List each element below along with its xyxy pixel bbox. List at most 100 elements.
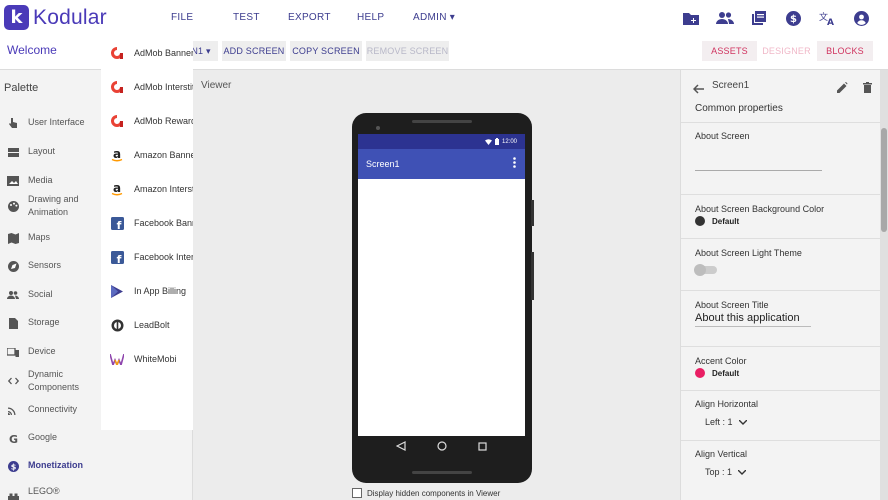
layout-icon [6, 145, 20, 159]
android-nav-bar [358, 436, 525, 456]
component-label: AdMob Interstitial [134, 82, 193, 92]
designer-button[interactable]: DESIGNER [759, 41, 814, 61]
palette-icon [6, 199, 20, 213]
component-label: AdMob Banner [134, 48, 193, 58]
copy-screen-button[interactable]: COPY SCREEN [290, 41, 362, 61]
prop-label: Align Horizontal [695, 399, 759, 409]
translate-icon[interactable]: 文A [810, 9, 844, 27]
touch-icon [6, 116, 20, 130]
palette-category[interactable]: Layout [0, 142, 101, 162]
play-store-icon [110, 284, 124, 298]
about-screen-textarea[interactable] [695, 149, 822, 171]
delete-icon[interactable] [863, 80, 872, 98]
palette-category[interactable]: Maps [0, 228, 101, 248]
palette-category[interactable]: Device [0, 342, 101, 362]
palette-component[interactable]: a Amazon Interstitial [101, 174, 193, 204]
align-vertical-select[interactable]: Top : 1 [705, 467, 747, 477]
palette-category[interactable]: Sensors [0, 256, 101, 276]
color-swatch [695, 216, 705, 226]
palette-category[interactable]: Media [0, 171, 101, 191]
viewer-title: Viewer [201, 80, 232, 91]
palette-category[interactable]: G Google [0, 428, 101, 448]
menu-help[interactable]: HELP [357, 12, 384, 23]
menu-file[interactable]: FILE [171, 12, 193, 23]
accent-color-picker[interactable]: Default [695, 368, 739, 378]
component-label: WhiteMobi [134, 354, 177, 364]
top-icon-group: $ 文A [674, 9, 878, 27]
palette-category[interactable]: Drawing and Animation [0, 192, 101, 220]
palette-component[interactable]: WhiteMobi [101, 344, 193, 374]
palette-component[interactable]: AdMob Rewarded [101, 106, 193, 136]
assets-button[interactable]: ASSETS [702, 41, 757, 61]
palette-component[interactable]: LeadBolt [101, 310, 193, 340]
palette-category-label: Storage [28, 317, 60, 328]
menu-export[interactable]: EXPORT [288, 12, 331, 23]
component-list: AdMob Banner AdMob Interstitial AdMob Rewa… [101, 37, 193, 430]
add-screen-button[interactable]: ADD SCREEN [222, 41, 286, 61]
back-arrow-icon[interactable] [692, 81, 704, 99]
menu-test[interactable]: TEST [233, 12, 260, 23]
project-name: Welcome [7, 43, 57, 57]
wifi-icon [6, 403, 20, 417]
palette-category-label: LEGO® MINDSTORMS® [28, 485, 96, 500]
palette-component[interactable]: f Facebook Interstitial [101, 242, 193, 272]
palette-category-label: Maps [28, 232, 51, 243]
svg-text:f: f [116, 219, 121, 230]
palette-component[interactable]: a Amazon Banner [101, 140, 193, 170]
power-button [531, 252, 534, 300]
palette-category[interactable]: Storage [0, 313, 101, 333]
kodular-logo[interactable]: k Kodular [4, 5, 107, 30]
dollar-icon[interactable]: $ [776, 9, 810, 27]
chevron-down-icon [738, 419, 747, 425]
facebook-icon: f [110, 216, 124, 230]
prop-label: Align Vertical [695, 449, 748, 459]
palette-category[interactable]: Social [0, 285, 101, 305]
align-v-value: Top : 1 [705, 467, 733, 477]
display-hidden-toggle[interactable]: Display hidden components in Viewer [352, 488, 500, 498]
people-icon[interactable] [708, 9, 742, 27]
palette-component[interactable]: AdMob Interstitial [101, 72, 193, 102]
prop-light-theme: About Screen Light Theme [681, 238, 880, 290]
blocks-button[interactable]: BLOCKS [817, 41, 873, 61]
palette-category[interactable]: $ Monetization [0, 456, 101, 476]
palette-component[interactable]: f Facebook Banner [101, 208, 193, 238]
prop-bg-color: About Screen Background Color Default [681, 194, 880, 238]
palette-title: Palette [4, 82, 39, 94]
hidden-checkbox[interactable] [352, 488, 362, 498]
svg-text:a: a [113, 182, 121, 195]
prop-accent-color: Accent Color Default [681, 346, 880, 390]
palette-component[interactable]: In App Billing [101, 276, 193, 306]
toggle-knob [694, 264, 706, 276]
bg-color-picker[interactable]: Default [695, 216, 739, 226]
palette-category[interactable]: LEGO® MINDSTORMS® [0, 484, 101, 500]
menu-admin[interactable]: ADMIN ▾ [413, 12, 455, 23]
bg-color-value: Default [712, 216, 740, 226]
library-icon[interactable] [742, 9, 776, 27]
palette-component[interactable]: AdMob Banner [101, 38, 193, 68]
palette-category-label: Dynamic Components [28, 368, 80, 392]
screen-title: Screen1 [366, 159, 400, 169]
palette-category[interactable]: Dynamic Components [0, 367, 101, 395]
compass-icon [6, 259, 20, 273]
account-icon[interactable] [844, 9, 878, 27]
component-label: LeadBolt [134, 320, 170, 330]
remove-screen-button[interactable]: REMOVE SCREEN [366, 41, 449, 61]
component-label: Amazon Interstitial [134, 184, 193, 194]
screen-canvas[interactable] [358, 134, 525, 436]
edit-icon[interactable] [837, 80, 848, 98]
map-icon [6, 231, 20, 245]
scrollbar-thumb[interactable] [881, 128, 887, 232]
device-icon [6, 345, 20, 359]
screen-title-input[interactable]: About this application [695, 312, 811, 327]
people-icon [6, 288, 20, 302]
light-theme-toggle[interactable] [694, 264, 717, 276]
palette-category[interactable]: Connectivity [0, 400, 101, 420]
prop-screen-title: About Screen Title About this applicatio… [681, 290, 880, 346]
new-folder-icon[interactable] [674, 9, 708, 27]
amazon-icon: a [110, 182, 124, 196]
palette-category[interactable]: User Interface [0, 113, 101, 133]
component-label: Facebook Interstitial [134, 252, 193, 262]
palette-category-label: Connectivity [28, 404, 78, 415]
align-horizontal-select[interactable]: Left : 1 [705, 417, 747, 427]
overflow-menu-icon [513, 157, 516, 168]
